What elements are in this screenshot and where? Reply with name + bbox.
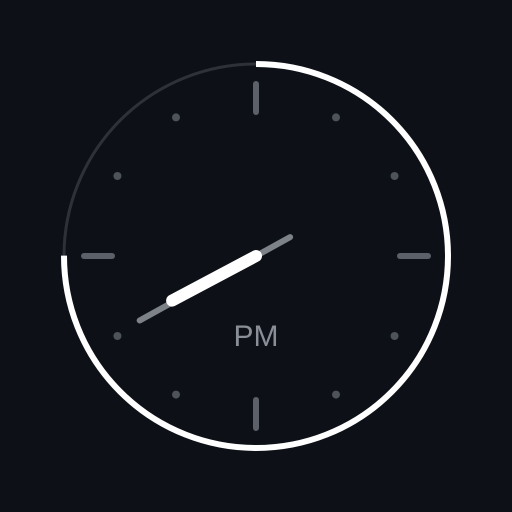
watch-screen: PM	[0, 0, 512, 512]
hour-marker-minor	[113, 172, 122, 180]
hour-marker-minor	[172, 390, 180, 399]
hour-marker-minor	[332, 390, 340, 399]
hour-marker-minor	[390, 332, 399, 340]
hour-marker-minor	[390, 172, 399, 180]
am-pm-indicator: PM	[234, 320, 279, 353]
hour-marker-minor	[332, 113, 340, 122]
hour-hand	[166, 250, 262, 307]
hour-marker-minor	[113, 332, 122, 340]
analog-clock-face: PM	[61, 61, 451, 451]
hour-marker-minor	[172, 113, 180, 122]
